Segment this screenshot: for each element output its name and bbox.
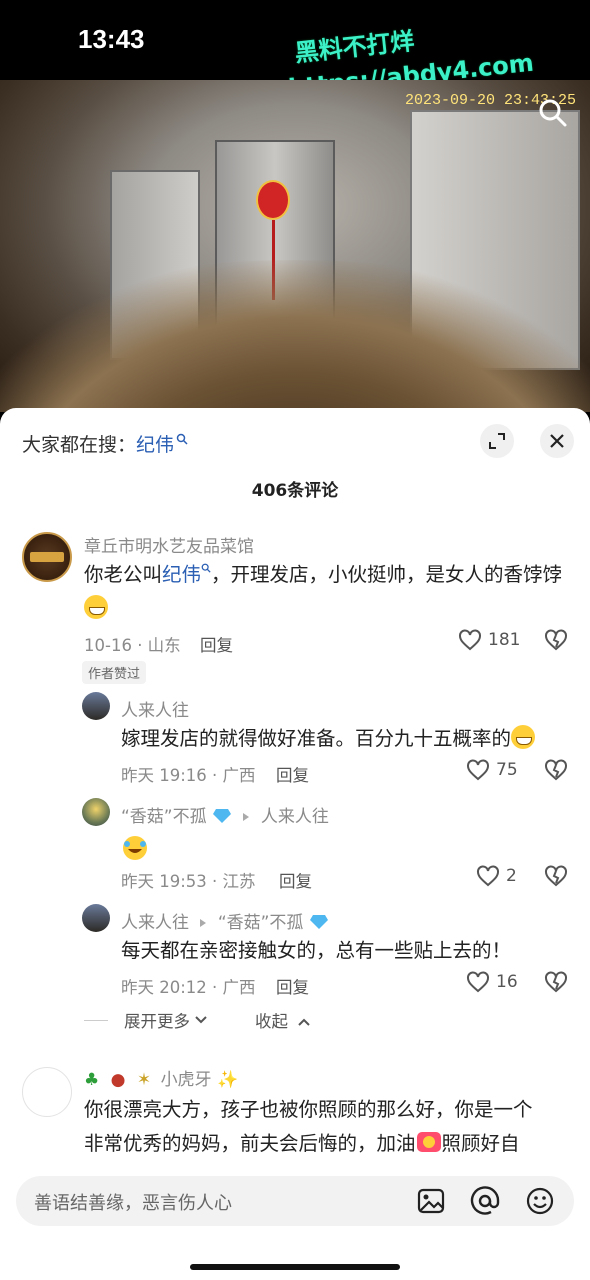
heart-icon — [467, 971, 489, 993]
grin-emoji-icon — [511, 725, 536, 749]
expand-icon — [489, 433, 505, 449]
comment-username[interactable]: ♣ ● ✶ 小虎牙 ✨ — [84, 1065, 238, 1090]
reply-arrow-icon — [243, 813, 250, 821]
mention-icon[interactable] — [470, 1186, 500, 1216]
avatar[interactable] — [82, 904, 110, 932]
comment-date: 10-16 · 山东 — [84, 636, 181, 655]
comment-panel: 大家都在搜：纪伟 406条评论 章丘市明水艺友品菜馆 你老公叫纪伟 ，开理发店，小… — [0, 408, 590, 1280]
video-decoration — [256, 180, 290, 220]
heart-icon — [467, 759, 489, 781]
home-indicator — [190, 1264, 400, 1270]
reply-date: 昨天 19:16 · 广西 — [121, 766, 256, 785]
like-count: 181 — [488, 630, 521, 650]
like-count: 16 — [496, 972, 518, 992]
reply-username-text: 人来人往 — [121, 913, 189, 933]
expand-more-label: 展开更多 — [124, 1012, 190, 1031]
comment-text-part: 非常优秀的妈妈，前夫会后悔的，加油 — [84, 1132, 416, 1155]
like-count: 2 — [506, 866, 517, 886]
like-button[interactable]: 2 — [476, 865, 517, 887]
reply-item: 人来人往 “香菇”不孤 每天都在亲密接触女的，总有一些贴上去的！ 昨天 20:1… — [0, 902, 590, 1002]
image-icon[interactable] — [416, 1186, 446, 1216]
avatar[interactable] — [22, 532, 72, 582]
comment-keyword-link[interactable]: 纪伟 — [162, 563, 201, 586]
cheer-sticker-icon — [416, 1132, 441, 1152]
comment-input[interactable]: 善语结善缘，恶言伤人心 — [16, 1176, 574, 1226]
sparkles-icon: ✨ — [216, 1070, 239, 1090]
search-icon[interactable] — [538, 98, 568, 128]
dislike-button-icon[interactable] — [544, 629, 568, 651]
expand-button[interactable] — [480, 424, 514, 458]
reply-to-username[interactable]: 人来人往 — [261, 807, 329, 827]
comment-item: ♣ ● ✶ 小虎牙 ✨ 你很漂亮大方，孩子也被你照顾的那么好，你是一个 非常优秀… — [0, 1063, 590, 1173]
emoji-icon[interactable] — [525, 1186, 555, 1216]
diamond-icon — [213, 809, 232, 823]
status-bar: 13:43 黑料不打烊 https://abdy4.com — [0, 0, 590, 102]
hot-search[interactable]: 大家都在搜：纪伟 — [22, 430, 188, 457]
expand-more-button[interactable]: 展开更多 — [84, 1008, 208, 1032]
divider — [84, 1019, 108, 1021]
like-button[interactable]: 16 — [466, 971, 518, 993]
reply-button[interactable]: 回复 — [276, 762, 309, 786]
reply-item: 人来人往 嫁理发店的就得做好准备。百分九十五概率的 昨天 19:16 · 广西 … — [0, 690, 590, 790]
comment-input-placeholder: 善语结善缘，恶言伤人心 — [34, 1193, 232, 1214]
comment-text-line1: 你很漂亮大方，孩子也被你照顾的那么好，你是一个 — [84, 1098, 533, 1121]
laugh-cry-emoji-icon — [123, 836, 147, 860]
reply-arrow-icon — [200, 919, 207, 927]
video-player[interactable]: 2023-09-20 23:43:25 — [0, 80, 590, 412]
collapse-button[interactable]: 收起 — [255, 1008, 311, 1032]
avatar[interactable] — [82, 798, 110, 826]
reply-text-content: 嫁理发店的就得做好准备。百分九十五概率的 — [121, 727, 512, 750]
like-button[interactable]: 75 — [466, 759, 518, 781]
avatar[interactable] — [22, 1067, 72, 1117]
reply-text: 嫁理发店的就得做好准备。百分九十五概率的 — [121, 722, 571, 756]
like-button[interactable]: 181 — [458, 629, 520, 651]
search-icon — [176, 433, 188, 445]
close-button[interactable] — [540, 424, 574, 458]
author-liked-badge: 作者赞过 — [82, 661, 147, 684]
skewer-icon: ● — [110, 1070, 126, 1090]
hot-search-keyword[interactable]: 纪伟 — [136, 434, 174, 456]
comment-count: 406条评论 — [251, 481, 339, 501]
reply-button[interactable]: 回复 — [279, 868, 312, 892]
avatar[interactable] — [82, 692, 110, 720]
dislike-button-icon[interactable] — [544, 865, 568, 887]
reply-username[interactable]: 人来人往 — [121, 696, 189, 721]
hot-search-prefix: 大家都在搜： — [22, 434, 137, 456]
reply-username-text: “香菇”不孤 — [121, 807, 207, 827]
reply-username[interactable]: 人来人往 “香菇”不孤 — [121, 908, 329, 933]
heart-icon — [459, 629, 481, 651]
status-time: 13:43 — [78, 24, 145, 54]
dislike-button-icon[interactable] — [544, 971, 568, 993]
comment-item: 章丘市明水艺友品菜馆 你老公叫纪伟 ，开理发店，小伙挺帅，是女人的香饽饽 10-1… — [0, 528, 590, 684]
comment-text-part: 照顾好自 — [441, 1132, 520, 1155]
comment-text: 你很漂亮大方，孩子也被你照顾的那么好，你是一个 非常优秀的妈妈，前夫会后悔的，加… — [84, 1093, 574, 1161]
reply-date: 昨天 19:53 · 江苏 — [121, 872, 256, 891]
reply-item: “香菇”不孤 人来人往 昨天 19:53 · 江苏 回复 2 — [0, 796, 590, 896]
comment-text-part: 你老公叫 — [84, 563, 163, 586]
comment-text-line2: 非常优秀的妈妈，前夫会后悔的，加油 照顾好自 — [84, 1127, 574, 1161]
dancer-icon: ✶ — [136, 1070, 152, 1090]
dislike-button-icon[interactable] — [544, 759, 568, 781]
clover-icon: ♣ — [84, 1070, 100, 1090]
comment-text: 你老公叫纪伟 ，开理发店，小伙挺帅，是女人的香饽饽 — [84, 558, 564, 626]
reply-username[interactable]: “香菇”不孤 人来人往 — [121, 802, 329, 827]
comment-text-part: ，开理发店，小伙挺帅，是女人的香饽饽 — [211, 563, 563, 586]
comment-username-text: 小虎牙 — [160, 1070, 212, 1090]
grin-emoji-icon — [84, 595, 108, 619]
reply-button[interactable]: 回复 — [276, 974, 309, 998]
chevron-down-icon — [195, 1016, 207, 1024]
reply-text: 每天都在亲密接触女的，总有一些贴上去的！ — [121, 939, 512, 962]
reply-button[interactable]: 回复 — [200, 632, 233, 656]
like-count: 75 — [496, 760, 518, 780]
collapse-label: 收起 — [255, 1012, 288, 1031]
search-icon — [201, 563, 211, 573]
comment-username[interactable]: 章丘市明水艺友品菜馆 — [84, 532, 254, 557]
reply-to-username[interactable]: “香菇”不孤 — [218, 913, 304, 933]
chevron-up-icon — [298, 1018, 310, 1026]
heart-icon — [477, 865, 499, 887]
close-icon — [550, 434, 564, 448]
diamond-icon — [309, 915, 328, 929]
reply-date: 昨天 20:12 · 广西 — [121, 978, 256, 997]
